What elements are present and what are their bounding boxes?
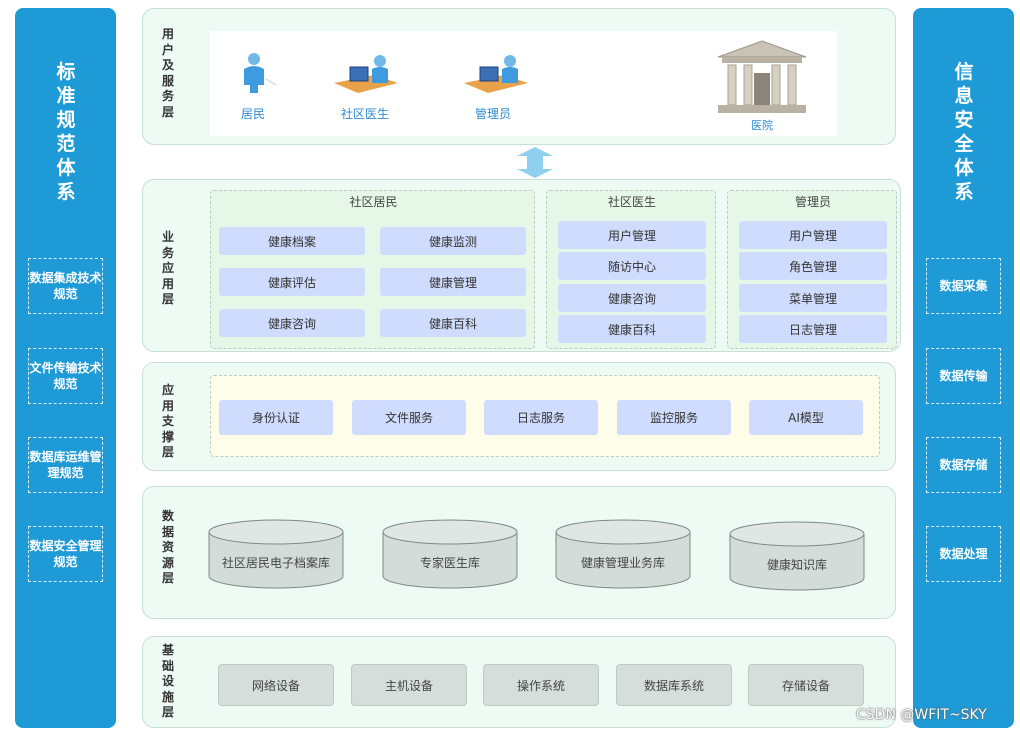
admin-computer-icon <box>464 55 528 93</box>
group-title: 社区医生 <box>607 195 656 209</box>
feature-button[interactable]: 角色管理 <box>739 252 887 280</box>
business-application-layer: 业务应用层 社区居民 健康档案 健康监测 健康评估 健康管理 健康咨询 健康百科… <box>142 179 901 352</box>
database-label: 健康知识库 <box>766 558 827 572</box>
feature-button[interactable]: 用户管理 <box>739 221 887 249</box>
hospital-building-icon <box>717 40 807 113</box>
infra-item: 存储设备 <box>748 664 864 706</box>
hospital-label: 医院 <box>751 119 773 132</box>
layer-label: 应用支撑层 <box>161 383 174 459</box>
feature-button[interactable]: 用户管理 <box>558 221 706 249</box>
feature-button[interactable]: 随访中心 <box>558 252 706 280</box>
database-label: 社区居民电子档案库 <box>221 556 330 570</box>
infra-item: 数据库系统 <box>616 664 732 706</box>
user-panel: 居民 社区医生 管理员 医院 <box>210 31 837 136</box>
service-button[interactable]: 监控服务 <box>617 400 731 435</box>
group-administrators: 管理员 用户管理 角色管理 菜单管理 日志管理 <box>727 190 897 349</box>
infrastructure-layer: 基础设施层 网络设备 主机设备 操作系统 数据库系统 存储设备 <box>142 636 896 728</box>
security-item: 数据采集 <box>926 258 1001 314</box>
group-community-residents: 社区居民 健康档案 健康监测 健康评估 健康管理 健康咨询 健康百科 <box>210 190 535 349</box>
role-community-doctor: 社区医生 <box>340 107 389 121</box>
infra-item: 操作系统 <box>483 664 599 706</box>
group-community-doctors: 社区医生 用户管理 随访中心 健康咨询 健康百科 <box>546 190 716 349</box>
feature-button[interactable]: 健康百科 <box>558 315 706 343</box>
layer-label: 业务应用层 <box>161 230 174 306</box>
group-title: 管理员 <box>794 195 831 209</box>
standard-item: 数据库运维管理规范 <box>28 437 103 493</box>
feature-button[interactable]: 健康百科 <box>380 309 526 337</box>
database-label: 健康管理业务库 <box>580 556 665 570</box>
resident-icon <box>244 53 276 93</box>
security-column: 信息安全体系 数据采集 数据传输 数据存储 数据处理 <box>913 8 1014 728</box>
security-item: 数据处理 <box>926 526 1001 582</box>
database-label: 专家医生库 <box>419 556 480 570</box>
role-admin: 管理员 <box>474 107 511 121</box>
feature-button[interactable]: 健康监测 <box>380 227 526 255</box>
feature-button[interactable]: 健康管理 <box>380 268 526 296</box>
support-panel: 身份认证 文件服务 日志服务 监控服务 AI模型 <box>210 375 880 457</box>
infra-item: 网络设备 <box>218 664 334 706</box>
standards-column: 标准规范体系 数据集成技术规范 文件传输技术规范 数据库运维管理规范 数据安全管… <box>15 8 116 728</box>
doctor-computer-icon <box>334 55 398 93</box>
application-support-layer: 应用支撑层 身份认证 文件服务 日志服务 监控服务 AI模型 <box>142 362 896 471</box>
service-button[interactable]: AI模型 <box>749 400 863 435</box>
watermark: CSDN @WFIT~SKY <box>856 707 987 723</box>
layer-label: 数据资源层 <box>161 509 174 585</box>
feature-button[interactable]: 健康咨询 <box>219 309 365 337</box>
service-button[interactable]: 日志服务 <box>484 400 598 435</box>
group-title: 社区居民 <box>349 195 398 209</box>
feature-button[interactable]: 日志管理 <box>739 315 887 343</box>
security-item: 数据存储 <box>926 437 1001 493</box>
standard-item: 数据安全管理规范 <box>28 526 103 582</box>
user-service-layer: 用户及服务层 居民 社区医生 管理员 医院 <box>142 8 896 145</box>
service-button[interactable]: 身份认证 <box>219 400 333 435</box>
bidirectional-arrow-icon <box>517 147 553 178</box>
feature-button[interactable]: 菜单管理 <box>739 284 887 312</box>
role-resident: 居民 <box>240 107 265 121</box>
standards-title: 标准规范体系 <box>56 61 76 203</box>
feature-button[interactable]: 健康咨询 <box>558 284 706 312</box>
feature-button[interactable]: 健康评估 <box>219 268 365 296</box>
layer-label: 基础设施层 <box>161 643 174 719</box>
standard-item: 数据集成技术规范 <box>28 258 103 314</box>
data-resource-layer: 数据资源层 社区居民电子档案库 专家医生库 健康管理业务库 健康知识库 <box>142 486 896 619</box>
infra-item: 主机设备 <box>351 664 467 706</box>
security-title: 信息安全体系 <box>954 61 974 203</box>
service-button[interactable]: 文件服务 <box>352 400 466 435</box>
security-item: 数据传输 <box>926 348 1001 404</box>
feature-button[interactable]: 健康档案 <box>219 227 365 255</box>
layer-label: 用户及服务层 <box>161 27 174 119</box>
standard-item: 文件传输技术规范 <box>28 348 103 404</box>
